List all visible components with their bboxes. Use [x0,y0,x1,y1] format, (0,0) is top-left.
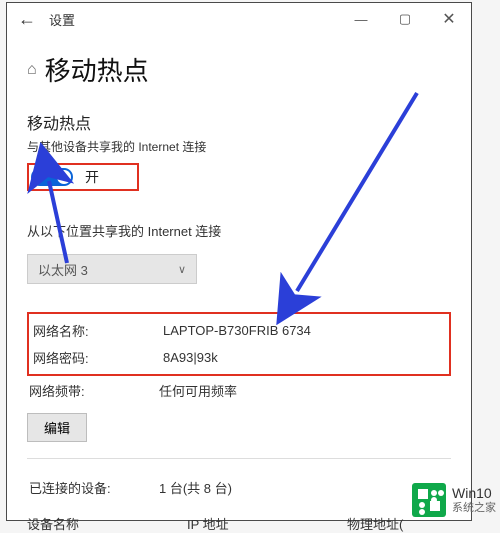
page-title: 移动热点 [45,51,149,88]
annotation-box-credentials: 网络名称: LAPTOP-B730FRIB 6734 网络密码: 8A93|93… [27,312,451,376]
hotspot-section: 移动热点 与其他设备共享我的 Internet 连接 开 [27,110,451,191]
hotspot-subtitle: 与其他设备共享我的 Internet 连接 [27,138,451,155]
maximize-button[interactable]: ▢ [383,11,427,27]
connected-devices-section: 已连接的设备: 1 台(共 8 台) 设备名称 IP 地址 物理地址( [27,473,451,533]
divider [27,458,451,459]
table-row: 网络密码: 8A93|93k [33,345,445,370]
home-icon[interactable]: ⌂ [27,61,37,79]
watermark-text: Win10 系统之家 [452,486,496,513]
watermark-logo-icon [412,483,446,517]
table-row: 已连接的设备: 1 台(共 8 台) [29,475,449,500]
network-name-key: 网络名称: [33,318,161,343]
watermark-line2: 系统之家 [452,502,496,514]
hotspot-toggle[interactable] [31,168,73,186]
back-button[interactable]: ← [7,9,47,30]
watermark: Win10 系统之家 [412,483,496,517]
device-table-header: 设备名称 IP 地址 物理地址( [27,514,451,533]
watermark-line1: Win10 [452,486,496,501]
network-band-table: 网络频带: 任何可用频率 [27,376,451,405]
network-name-value: LAPTOP-B730FRIB 6734 [163,318,445,343]
table-row: 网络频带: 任何可用频率 [29,378,449,403]
network-password-key: 网络密码: [33,345,161,370]
share-from-title: 从以下位置共享我的 Internet 连接 [27,221,451,240]
connected-devices-key: 已连接的设备: [29,475,157,500]
network-info: 网络名称: LAPTOP-B730FRIB 6734 网络密码: 8A93|93… [27,312,451,442]
share-from-value: 以太网 3 [38,260,88,279]
minimize-button[interactable]: — [339,12,383,27]
share-from-select[interactable]: 以太网 3 ∨ [27,254,197,284]
network-password-value: 8A93|93k [163,345,445,370]
annotation-box-toggle: 开 [27,163,139,191]
titlebar: ← 设置 — ▢ ✕ [7,3,471,35]
hotspot-section-title: 移动热点 [27,110,451,134]
page-header: ⌂ 移动热点 [27,51,451,88]
network-info-table: 网络名称: LAPTOP-B730FRIB 6734 网络密码: 8A93|93… [31,316,447,372]
chevron-down-icon: ∨ [178,263,186,276]
content-area: ⌂ 移动热点 移动热点 与其他设备共享我的 Internet 连接 开 从以下位… [7,35,471,533]
close-button[interactable]: ✕ [427,9,471,29]
network-band-value: 任何可用频率 [159,378,449,403]
connected-devices-summary: 已连接的设备: 1 台(共 8 台) [27,473,451,502]
share-from-section: 从以下位置共享我的 Internet 连接 以太网 3 ∨ [27,221,451,284]
settings-window: ← 设置 — ▢ ✕ ⌂ 移动热点 移动热点 与其他设备共享我的 Interne… [6,2,472,521]
network-band-key: 网络频带: [29,378,157,403]
hotspot-toggle-label: 开 [85,167,99,187]
connected-devices-value: 1 台(共 8 台) [159,475,449,500]
window-title: 设置 [47,10,75,29]
column-ip: IP 地址 [187,514,347,533]
edit-button[interactable]: 编辑 [27,413,87,442]
table-row: 网络名称: LAPTOP-B730FRIB 6734 [33,318,445,343]
toggle-knob [57,170,71,184]
column-device-name: 设备名称 [27,514,187,533]
